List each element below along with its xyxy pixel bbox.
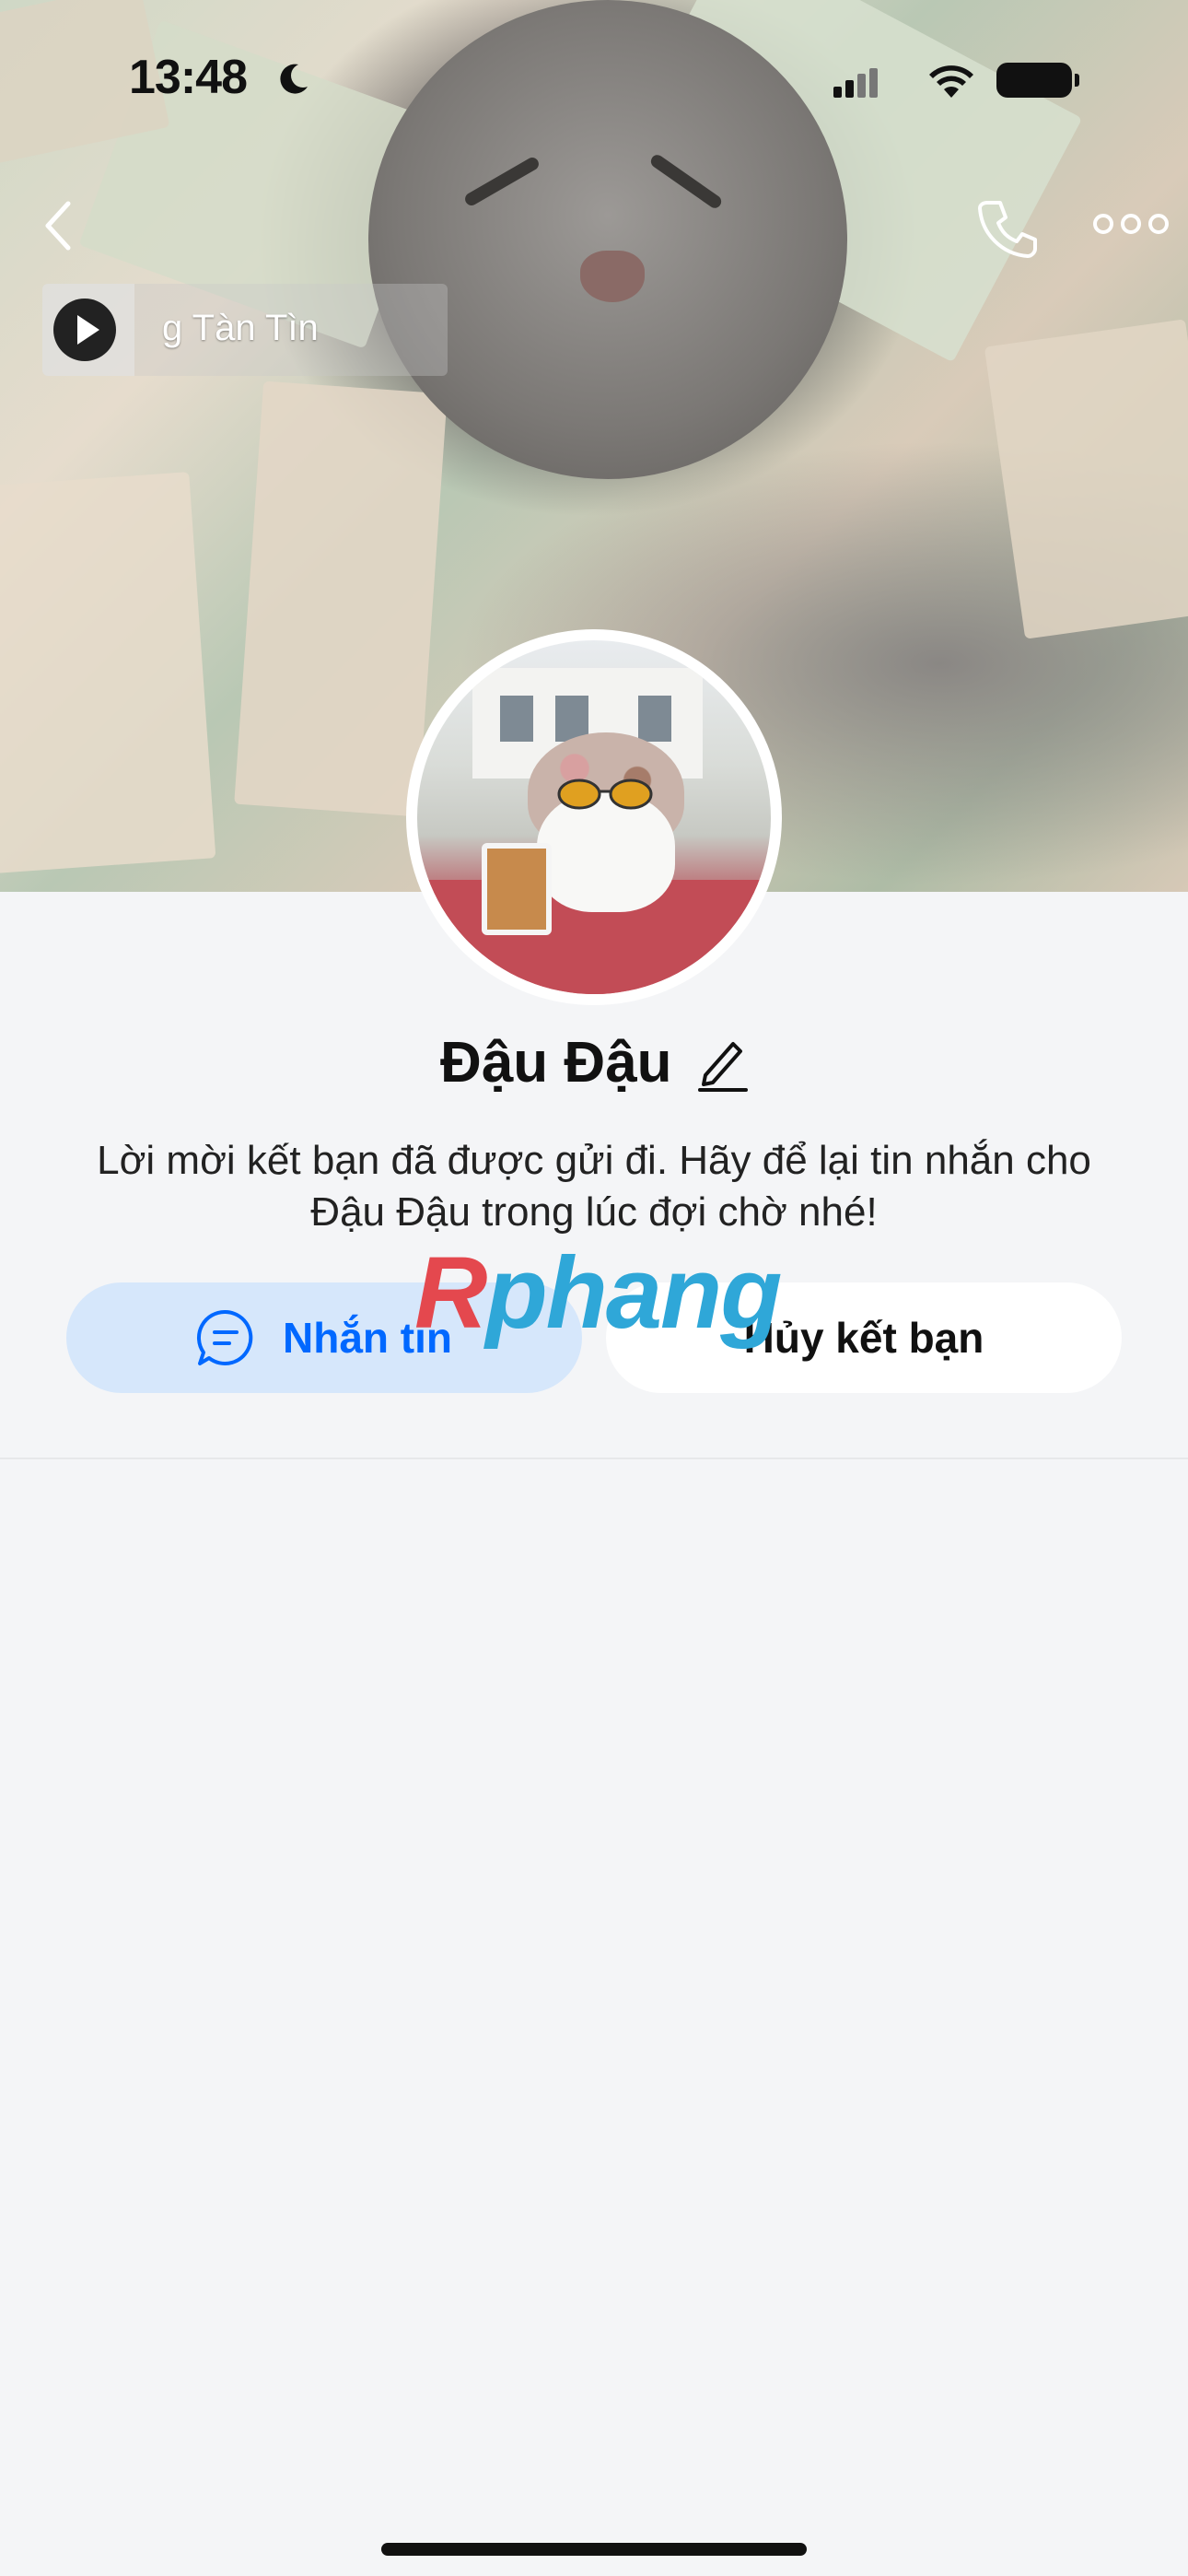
watermark-rest: phang <box>485 1236 782 1350</box>
profile-name: Đậu Đậu <box>440 1031 672 1095</box>
profile-name-row: Đậu Đậu <box>0 1030 1188 1095</box>
avatar-window <box>500 696 533 742</box>
banknote <box>984 319 1188 639</box>
banknote <box>234 381 448 817</box>
avatar-cup <box>482 843 552 935</box>
cat-head <box>368 0 847 479</box>
more-icon[interactable] <box>1092 210 1170 238</box>
music-thumbnail <box>42 284 134 376</box>
friend-request-message: Lời mời kết bạn đã được gửi đi. Hãy để l… <box>97 1138 1091 1235</box>
avatar-window <box>638 696 671 742</box>
signal-icon <box>833 68 878 98</box>
avatar-cat <box>537 792 675 912</box>
battery-icon <box>996 63 1079 98</box>
watermark-logo: Rphang <box>414 1235 782 1352</box>
avatar[interactable] <box>406 629 782 1005</box>
divider <box>0 1458 1188 1459</box>
status-time: 13:48 <box>129 51 248 104</box>
watermark-first: R <box>414 1236 487 1350</box>
phone-icon[interactable] <box>974 195 1039 260</box>
cat-nose <box>580 251 645 302</box>
moon-icon <box>280 64 308 94</box>
banknote <box>0 472 216 873</box>
music-banner[interactable]: g Tàn Tìn <box>42 284 448 376</box>
home-indicator[interactable] <box>381 2543 807 2556</box>
play-icon[interactable] <box>50 295 120 365</box>
avatar-image <box>417 640 771 994</box>
wifi-icon <box>929 65 973 98</box>
edit-icon[interactable] <box>696 1035 748 1092</box>
music-title: g Tàn Tìn <box>162 308 319 348</box>
chat-icon <box>196 1309 253 1365</box>
back-icon[interactable] <box>37 198 81 253</box>
sunglasses-icon <box>557 779 653 810</box>
